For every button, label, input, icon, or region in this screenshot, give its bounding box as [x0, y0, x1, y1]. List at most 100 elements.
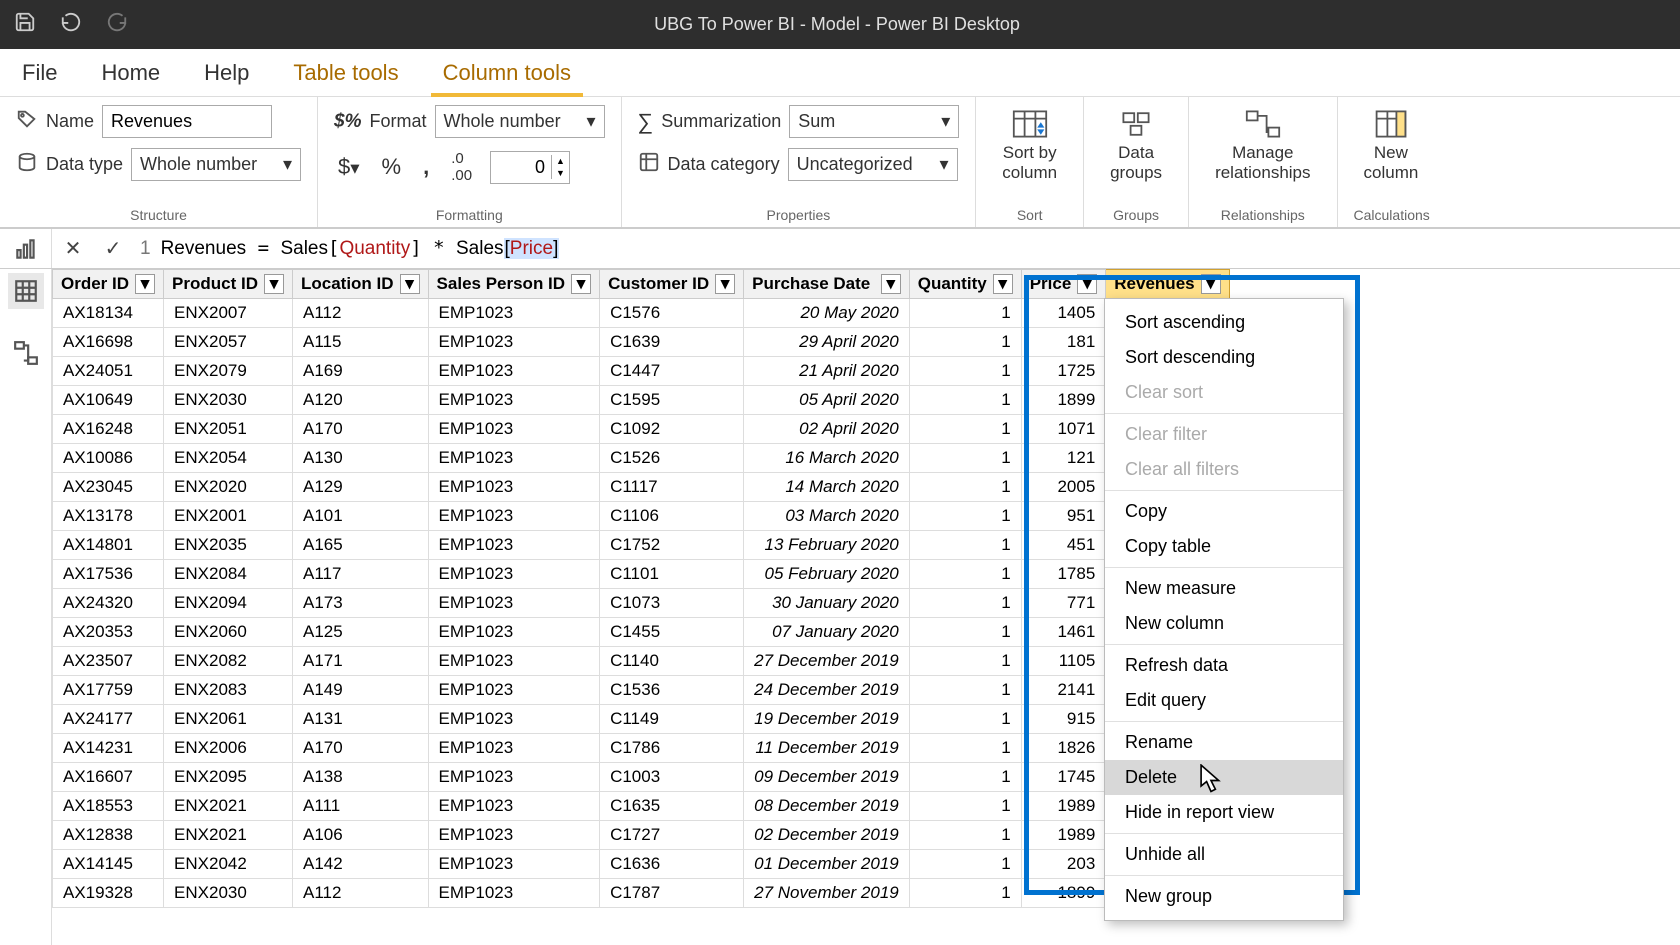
- name-input[interactable]: [102, 105, 272, 138]
- column-filter-purchase_date[interactable]: ▾: [881, 274, 901, 294]
- data-type-icon: [16, 151, 38, 178]
- mouse-cursor: [1200, 764, 1222, 792]
- table-row[interactable]: AX24051ENX2079A169EMP1023C144721 April 2…: [53, 357, 1230, 386]
- table-row[interactable]: AX24177ENX2061A131EMP1023C114919 Decembe…: [53, 705, 1230, 734]
- context-menu-item[interactable]: New measure: [1105, 571, 1343, 606]
- column-header-customer_id[interactable]: Customer ID▾: [600, 270, 744, 299]
- table-row[interactable]: AX14145ENX2042A142EMP1023C163601 Decembe…: [53, 850, 1230, 879]
- data-grid[interactable]: Order ID▾Product ID▾Location ID▾Sales Pe…: [52, 269, 1680, 945]
- table-row[interactable]: AX12838ENX2021A106EMP1023C172702 Decembe…: [53, 821, 1230, 850]
- column-filter-customer_id[interactable]: ▾: [715, 274, 735, 294]
- decimals-input[interactable]: [491, 152, 551, 183]
- title-bar: UBG To Power BI - Model - Power BI Deskt…: [0, 0, 1680, 49]
- format-select[interactable]: Whole number▾: [435, 105, 605, 138]
- column-filter-price[interactable]: ▾: [1077, 274, 1097, 294]
- formula-cancel-button[interactable]: ✕: [60, 236, 86, 262]
- tag-icon: [16, 108, 38, 135]
- context-menu-item[interactable]: Copy table: [1105, 529, 1343, 564]
- formula-text[interactable]: 1Revenues = Sales[Quantity] * Sales[Pric…: [140, 237, 559, 260]
- table-row[interactable]: AX10086ENX2054A130EMP1023C152616 March 2…: [53, 444, 1230, 473]
- column-filter-revenues[interactable]: ▾: [1201, 274, 1221, 294]
- menu-tabs: File Home Help Table tools Column tools: [0, 49, 1680, 97]
- table-row[interactable]: AX16248ENX2051A170EMP1023C109202 April 2…: [53, 415, 1230, 444]
- context-menu-separator: [1105, 567, 1343, 568]
- menu-table-tools[interactable]: Table tools: [271, 49, 420, 96]
- column-header-sales_person_id[interactable]: Sales Person ID▾: [428, 270, 600, 299]
- manage-relationships-button[interactable]: Manage relationships: [1205, 105, 1320, 186]
- table-row[interactable]: AX13178ENX2001A101EMP1023C110603 March 2…: [53, 502, 1230, 531]
- column-header-order_id[interactable]: Order ID▾: [53, 270, 164, 299]
- table-row[interactable]: AX14231ENX2006A170EMP1023C178611 Decembe…: [53, 734, 1230, 763]
- context-menu-item[interactable]: Copy: [1105, 494, 1343, 529]
- context-menu-item[interactable]: Sort ascending: [1105, 305, 1343, 340]
- undo-icon[interactable]: [60, 11, 82, 38]
- decimals-stepper[interactable]: ▲▼: [490, 151, 570, 184]
- spin-down-icon[interactable]: ▼: [552, 167, 569, 179]
- table-row[interactable]: AX23507ENX2082A171EMP1023C114027 Decembe…: [53, 647, 1230, 676]
- context-menu-item[interactable]: Refresh data: [1105, 648, 1343, 683]
- table-row[interactable]: AX17759ENX2083A149EMP1023C153624 Decembe…: [53, 676, 1230, 705]
- menu-file[interactable]: File: [0, 49, 79, 96]
- column-header-quantity[interactable]: Quantity▾: [909, 270, 1021, 299]
- window-title: UBG To Power BI - Model - Power BI Deskt…: [128, 14, 1666, 35]
- currency-button[interactable]: $▾: [334, 152, 363, 182]
- report-view-button[interactable]: [8, 231, 44, 267]
- table-row[interactable]: AX16698ENX2057A115EMP1023C163929 April 2…: [53, 328, 1230, 357]
- thousands-button[interactable]: ,: [419, 152, 433, 182]
- table-row[interactable]: AX14801ENX2035A165EMP1023C175213 Februar…: [53, 531, 1230, 560]
- menu-column-tools[interactable]: Column tools: [421, 49, 593, 96]
- formula-commit-button[interactable]: ✓: [100, 236, 126, 262]
- save-icon[interactable]: [14, 11, 36, 38]
- table-row[interactable]: AX23045ENX2020A129EMP1023C111714 March 2…: [53, 473, 1230, 502]
- table-row[interactable]: AX10649ENX2030A120EMP1023C159505 April 2…: [53, 386, 1230, 415]
- decimal-icon[interactable]: .0.00: [447, 148, 476, 186]
- name-label: Name: [46, 111, 94, 132]
- context-menu-item: Clear filter: [1105, 417, 1343, 452]
- ribbon-group-formatting: $% Format Whole number▾ $▾ % , .0.00 ▲▼ …: [318, 97, 621, 227]
- context-menu-separator: [1105, 833, 1343, 834]
- table-row[interactable]: AX18553ENX2021A111EMP1023C163508 Decembe…: [53, 792, 1230, 821]
- summarization-label: Summarization: [661, 111, 781, 132]
- context-menu-item[interactable]: Hide in report view: [1105, 795, 1343, 830]
- data-view-button[interactable]: [8, 273, 44, 309]
- context-menu-item[interactable]: Rename: [1105, 725, 1343, 760]
- chevron-down-icon: ▾: [941, 111, 950, 132]
- column-header-price[interactable]: Price▾: [1021, 270, 1106, 299]
- column-header-location_id[interactable]: Location ID▾: [292, 270, 428, 299]
- column-filter-sales_person_id[interactable]: ▾: [571, 274, 591, 294]
- data-type-select[interactable]: Whole number▾: [131, 148, 301, 181]
- data-groups-button[interactable]: Data groups: [1100, 105, 1172, 186]
- table-row[interactable]: AX19328ENX2030A112EMP1023C178727 Novembe…: [53, 879, 1230, 908]
- model-view-button[interactable]: [8, 335, 44, 371]
- column-filter-location_id[interactable]: ▾: [400, 274, 420, 294]
- sort-by-column-button[interactable]: Sort by column: [992, 105, 1067, 186]
- new-column-button[interactable]: New column: [1354, 105, 1429, 186]
- spin-up-icon[interactable]: ▲: [552, 155, 569, 167]
- table-row[interactable]: AX16607ENX2095A138EMP1023C100309 Decembe…: [53, 763, 1230, 792]
- percent-button[interactable]: %: [378, 152, 406, 182]
- table-row[interactable]: AX18134ENX2007A112EMP1023C157620 May 202…: [53, 299, 1230, 328]
- column-header-revenues[interactable]: Revenues▾: [1106, 270, 1229, 299]
- table-row[interactable]: AX20353ENX2060A125EMP1023C145507 January…: [53, 618, 1230, 647]
- column-header-purchase_date[interactable]: Purchase Date▾: [744, 270, 910, 299]
- context-menu-item[interactable]: Edit query: [1105, 683, 1343, 718]
- redo-icon[interactable]: [106, 11, 128, 38]
- column-filter-quantity[interactable]: ▾: [993, 274, 1013, 294]
- format-label: Format: [370, 111, 427, 132]
- summarization-select[interactable]: Sum▾: [789, 105, 959, 138]
- context-menu-item[interactable]: Delete: [1105, 760, 1343, 795]
- menu-home[interactable]: Home: [79, 49, 182, 96]
- data-category-select[interactable]: Uncategorized▾: [788, 148, 958, 181]
- ribbon-group-properties: ∑ Summarization Sum▾ Data category Uncat…: [622, 97, 977, 227]
- context-menu-item[interactable]: Unhide all: [1105, 837, 1343, 872]
- column-header-product_id[interactable]: Product ID▾: [164, 270, 293, 299]
- context-menu-item[interactable]: New group: [1105, 879, 1343, 914]
- ribbon-group-relationships: Manage relationships Relationships: [1189, 97, 1337, 227]
- table-row[interactable]: AX24320ENX2094A173EMP1023C107330 January…: [53, 589, 1230, 618]
- context-menu-item[interactable]: New column: [1105, 606, 1343, 641]
- menu-help[interactable]: Help: [182, 49, 271, 96]
- table-row[interactable]: AX17536ENX2084A117EMP1023C110105 Februar…: [53, 560, 1230, 589]
- context-menu-item[interactable]: Sort descending: [1105, 340, 1343, 375]
- column-filter-order_id[interactable]: ▾: [135, 274, 155, 294]
- column-filter-product_id[interactable]: ▾: [264, 274, 284, 294]
